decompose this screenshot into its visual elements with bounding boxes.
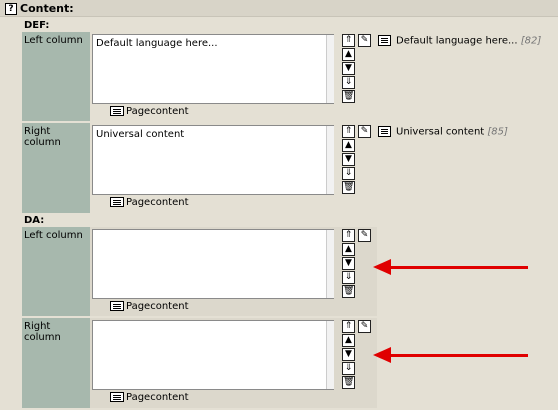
row-label: Right column (22, 318, 90, 408)
da-right-column-row: Right column ⇑ ▲ ▼ ⇓ 🗑 ✎ Pagecontent (22, 318, 558, 408)
move-top-icon[interactable]: ⇑ (342, 229, 355, 242)
move-top-icon[interactable]: ⇑ (342, 125, 355, 138)
content-header: ? Content: (0, 0, 558, 17)
move-bottom-icon[interactable]: ⇓ (342, 271, 355, 284)
move-buttons: ⇑ ▲ ▼ ⇓ 🗑 (342, 320, 356, 390)
edit-icon[interactable]: ✎ (358, 229, 371, 242)
edit-icon[interactable]: ✎ (358, 125, 371, 138)
pagecontent-label: Pagecontent (126, 392, 189, 403)
textarea-scrollbar[interactable] (326, 321, 334, 389)
move-top-icon[interactable]: ⇑ (342, 320, 355, 333)
move-up-icon[interactable]: ▲ (342, 243, 355, 256)
textarea-scrollbar[interactable] (326, 126, 334, 194)
pagecontent-link[interactable]: Pagecontent (110, 301, 189, 312)
row-body: Universal content ⇑ ▲ ▼ ⇓ 🗑 ✎ Universal … (90, 123, 558, 213)
move-down-icon[interactable]: ▼ (342, 153, 355, 166)
delete-icon[interactable]: 🗑 (342, 181, 355, 194)
row-body: ⇑ ▲ ▼ ⇓ 🗑 ✎ Pagecontent (90, 318, 377, 408)
content-element-icon (378, 126, 391, 137)
content-element-icon (378, 35, 391, 46)
pagecontent-label: Pagecontent (126, 197, 189, 208)
pagecontent-label: Pagecontent (126, 106, 189, 117)
move-up-icon[interactable]: ▲ (342, 139, 355, 152)
pagecontent-icon (110, 392, 124, 402)
move-down-icon[interactable]: ▼ (342, 348, 355, 361)
edit-icon[interactable]: ✎ (358, 320, 371, 333)
language-label-da: DA: (24, 215, 45, 226)
content-title: Content: (20, 2, 74, 15)
move-up-icon[interactable]: ▲ (342, 334, 355, 347)
content-textarea[interactable] (92, 229, 334, 299)
move-top-icon[interactable]: ⇑ (342, 34, 355, 47)
move-bottom-icon[interactable]: ⇓ (342, 76, 355, 89)
content-textarea[interactable]: Default language here... (92, 34, 334, 104)
pagecontent-link[interactable]: Pagecontent (110, 392, 189, 403)
move-buttons: ⇑ ▲ ▼ ⇓ 🗑 (342, 34, 356, 104)
row-label: Right column (22, 123, 90, 213)
preview-uid: [85] (487, 126, 508, 138)
move-down-icon[interactable]: ▼ (342, 257, 355, 270)
annotation-arrow (389, 354, 528, 357)
move-buttons: ⇑ ▲ ▼ ⇓ 🗑 (342, 229, 356, 299)
move-bottom-icon[interactable]: ⇓ (342, 362, 355, 375)
content-textarea[interactable] (92, 320, 334, 390)
delete-icon[interactable]: 🗑 (342, 285, 355, 298)
content-textarea[interactable]: Universal content (92, 125, 334, 195)
delete-icon[interactable]: 🗑 (342, 376, 355, 389)
move-buttons: ⇑ ▲ ▼ ⇓ 🗑 (342, 125, 356, 195)
pagecontent-label: Pagecontent (126, 301, 189, 312)
pagecontent-icon (110, 106, 124, 116)
content-panel: ? Content: DEF: Left column Default lang… (0, 0, 558, 410)
row-body: Default language here... ⇑ ▲ ▼ ⇓ 🗑 ✎ Def… (90, 32, 558, 121)
textarea-scrollbar[interactable] (326, 35, 334, 103)
preview-text: Universal content (396, 126, 485, 138)
row-label: Left column (22, 32, 90, 121)
pagecontent-link[interactable]: Pagecontent (110, 197, 189, 208)
def-right-column-row: Right column Universal content ⇑ ▲ ▼ ⇓ 🗑… (22, 123, 558, 213)
edit-icon[interactable]: ✎ (358, 34, 371, 47)
pagecontent-icon (110, 197, 124, 207)
pagecontent-link[interactable]: Pagecontent (110, 106, 189, 117)
da-left-column-row: Left column ⇑ ▲ ▼ ⇓ 🗑 ✎ Pagecontent (22, 227, 558, 316)
move-up-icon[interactable]: ▲ (342, 48, 355, 61)
row-label: Left column (22, 227, 90, 316)
textarea-scrollbar[interactable] (326, 230, 334, 298)
language-label-def: DEF: (24, 20, 50, 31)
preview-text: Default language here... (396, 35, 518, 47)
move-down-icon[interactable]: ▼ (342, 62, 355, 75)
row-body: ⇑ ▲ ▼ ⇓ 🗑 ✎ Pagecontent (90, 227, 377, 316)
move-bottom-icon[interactable]: ⇓ (342, 167, 355, 180)
help-icon[interactable]: ? (5, 3, 17, 15)
annotation-arrow (389, 266, 528, 269)
preview-uid: [82] (520, 35, 542, 47)
content-preview[interactable]: Universal content [85] (378, 126, 508, 138)
def-left-column-row: Left column Default language here... ⇑ ▲… (22, 32, 558, 121)
delete-icon[interactable]: 🗑 (342, 90, 355, 103)
pagecontent-icon (110, 301, 124, 311)
content-preview[interactable]: Default language here... [82] (378, 35, 541, 47)
